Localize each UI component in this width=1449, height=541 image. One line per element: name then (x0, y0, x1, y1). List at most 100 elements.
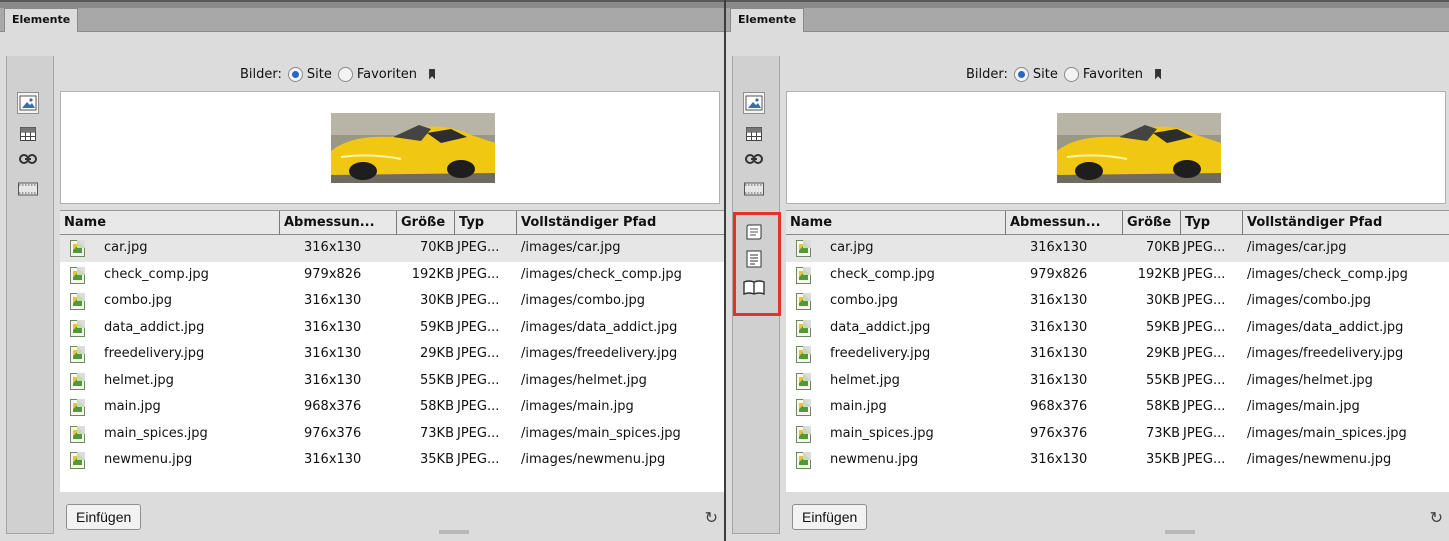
colors-icon[interactable] (743, 123, 765, 145)
image-file-icon (796, 372, 811, 390)
tab-elemente[interactable]: Elemente (4, 8, 79, 32)
file-type: JPEG... (1183, 293, 1226, 308)
col-dimensions[interactable]: Abmessun... (280, 211, 397, 235)
file-name: data_addict.jpg (104, 319, 205, 335)
file-type: JPEG... (457, 293, 500, 308)
file-size: 58KB (420, 399, 454, 414)
radio-favoriten[interactable]: Favoriten (1063, 66, 1143, 82)
col-size[interactable]: Größe (397, 211, 455, 235)
col-full-path[interactable]: Vollständiger Pfad (517, 211, 724, 235)
file-dimensions: 316x130 (1030, 240, 1088, 255)
file-size: 29KB (1146, 346, 1180, 361)
radio-site-button[interactable] (1013, 66, 1029, 82)
table-body: car.jpg 316x130 70KB JPEG... /images/car… (60, 235, 724, 474)
radio-favoriten[interactable]: Favoriten (337, 66, 417, 82)
image-file-icon (796, 399, 811, 416)
table-row[interactable]: check_comp.jpg 979x826 192KB JPEG... /im… (786, 262, 1449, 289)
col-dimensions[interactable]: Abmessun... (1006, 211, 1123, 235)
table-row[interactable]: data_addict.jpg 316x130 59KB JPEG... /im… (60, 315, 724, 342)
file-path: /images/helmet.jpg (521, 372, 647, 388)
insert-button[interactable]: Einfügen (792, 504, 868, 530)
file-dimensions: 316x130 (1030, 372, 1088, 388)
file-name: check_comp.jpg (830, 266, 935, 282)
radio-favoriten-button[interactable] (337, 66, 353, 82)
table-header: Name Abmessun... Größe Typ Vollständiger… (60, 211, 724, 235)
col-full-path[interactable]: Vollständiger Pfad (1243, 211, 1449, 235)
table-row[interactable]: data_addict.jpg 316x130 59KB JPEG... /im… (786, 315, 1449, 342)
resize-handle[interactable] (439, 530, 469, 534)
radio-site[interactable]: Site (287, 66, 332, 82)
col-size[interactable]: Größe (1123, 211, 1181, 235)
file-name: freedelivery.jpg (830, 346, 931, 361)
table-body: car.jpg 316x130 70KB JPEG... /images/car… (786, 235, 1449, 474)
table-row[interactable]: main_spices.jpg 976x376 73KB JPEG... /im… (60, 421, 724, 448)
table-row[interactable]: newmenu.jpg 316x130 35KB JPEG... /images… (60, 447, 724, 474)
image-file-icon (796, 293, 811, 310)
colors-icon[interactable] (17, 123, 39, 145)
insert-button[interactable]: Einfügen (66, 504, 142, 530)
refresh-icon[interactable]: ↻ (705, 508, 718, 527)
panel-title-bar (0, 0, 724, 8)
bilder-label: Bilder: (966, 66, 1008, 82)
media-icon[interactable] (17, 178, 39, 200)
file-path: /images/main_spices.jpg (521, 425, 681, 441)
file-path: /images/newmenu.jpg (1247, 452, 1392, 467)
file-path: /images/main.jpg (521, 399, 634, 414)
tab-elemente[interactable]: Elemente (730, 8, 805, 32)
file-size: 70KB (420, 240, 454, 255)
file-path: /images/newmenu.jpg (521, 452, 666, 467)
media-icon[interactable] (743, 178, 765, 200)
image-preview (786, 91, 1446, 204)
panel-title-bar (726, 0, 1449, 8)
file-path: /images/combo.jpg (1247, 293, 1372, 308)
refresh-icon[interactable]: ↻ (1430, 508, 1443, 527)
table-row[interactable]: helmet.jpg 316x130 55KB JPEG... /images/… (786, 368, 1449, 395)
favorites-bookmark-icon[interactable] (429, 68, 436, 80)
table-row[interactable]: freedelivery.jpg 316x130 29KB JPEG... /i… (60, 341, 724, 368)
file-dimensions: 976x376 (304, 425, 362, 441)
table-row[interactable]: combo.jpg 316x130 30KB JPEG... /images/c… (786, 288, 1449, 315)
images-source-bar: Bilder: Site Favoriten (240, 64, 436, 84)
file-path: /images/helmet.jpg (1247, 372, 1373, 388)
table-row[interactable]: main.jpg 968x376 58KB JPEG... /images/ma… (60, 394, 724, 421)
car-thumbnail (1057, 113, 1221, 183)
table-row[interactable]: freedelivery.jpg 316x130 29KB JPEG... /i… (786, 341, 1449, 368)
radio-favoriten-button[interactable] (1063, 66, 1079, 82)
urls-icon[interactable] (743, 148, 765, 170)
file-type: JPEG... (457, 372, 500, 388)
file-dimensions: 976x376 (1030, 425, 1088, 441)
table-row[interactable]: check_comp.jpg 979x826 192KB JPEG... /im… (60, 262, 724, 289)
image-file-icon (70, 319, 85, 337)
file-name: combo.jpg (104, 293, 172, 308)
file-size: 30KB (420, 293, 454, 308)
image-file-icon (70, 240, 85, 257)
radio-site-label: Site (306, 66, 332, 82)
table-row[interactable]: car.jpg 316x130 70KB JPEG... /images/car… (786, 235, 1449, 262)
images-icon[interactable] (743, 92, 765, 114)
assets-panel-left: Elemente Bilder: Site Favoriten Name Abm… (0, 0, 724, 541)
col-type[interactable]: Typ (455, 211, 517, 235)
table-header: Name Abmessun... Größe Typ Vollständiger… (786, 211, 1449, 235)
table-row[interactable]: helmet.jpg 316x130 55KB JPEG... /images/… (60, 368, 724, 395)
radio-site-button[interactable] (287, 66, 303, 82)
file-name: car.jpg (830, 240, 874, 255)
image-file-icon (70, 266, 85, 284)
file-name: main_spices.jpg (830, 425, 934, 441)
radio-site[interactable]: Site (1013, 66, 1058, 82)
col-name[interactable]: Name (60, 211, 280, 235)
table-row[interactable]: newmenu.jpg 316x130 35KB JPEG... /images… (786, 447, 1449, 474)
image-file-icon (796, 425, 811, 443)
table-row[interactable]: main.jpg 968x376 58KB JPEG... /images/ma… (786, 394, 1449, 421)
resize-handle[interactable] (1165, 530, 1195, 534)
urls-icon[interactable] (17, 148, 39, 170)
table-row[interactable]: combo.jpg 316x130 30KB JPEG... /images/c… (60, 288, 724, 315)
favorites-bookmark-icon[interactable] (1155, 68, 1162, 80)
file-size: 55KB (420, 372, 454, 388)
col-type[interactable]: Typ (1181, 211, 1243, 235)
table-row[interactable]: car.jpg 316x130 70KB JPEG... /images/car… (60, 235, 724, 262)
table-row[interactable]: main_spices.jpg 976x376 73KB JPEG... /im… (786, 421, 1449, 448)
images-icon[interactable] (17, 92, 39, 114)
col-name[interactable]: Name (786, 211, 1006, 235)
file-name: check_comp.jpg (104, 266, 209, 282)
file-dimensions: 316x130 (1030, 346, 1088, 361)
